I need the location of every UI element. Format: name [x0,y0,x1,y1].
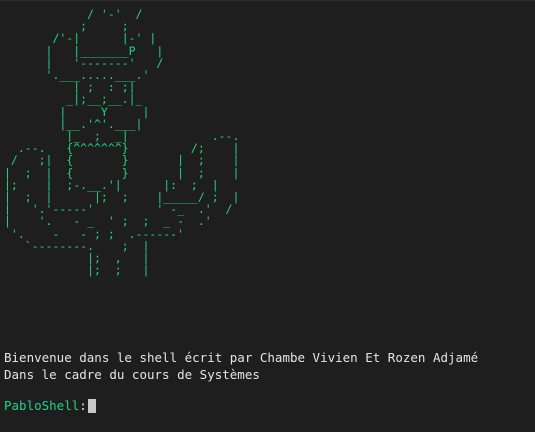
text-cursor [87,399,96,413]
welcome-message-line2: Dans le cadre du cours de Systèmes [4,367,260,382]
command-prompt[interactable]: PabloShell : [4,398,96,414]
prompt-name: PabloShell [4,398,80,413]
terminal-window[interactable]: / '-' / ; ; /'-| |-' | | |_______P | | '… [0,0,535,432]
prompt-separator: : [79,398,87,413]
ascii-art-banner: / '-' / ; ; /'-| |-' | | |_______P | | '… [4,7,240,278]
welcome-message-line1: Bienvenue dans le shell écrit par Chambe… [4,350,479,365]
